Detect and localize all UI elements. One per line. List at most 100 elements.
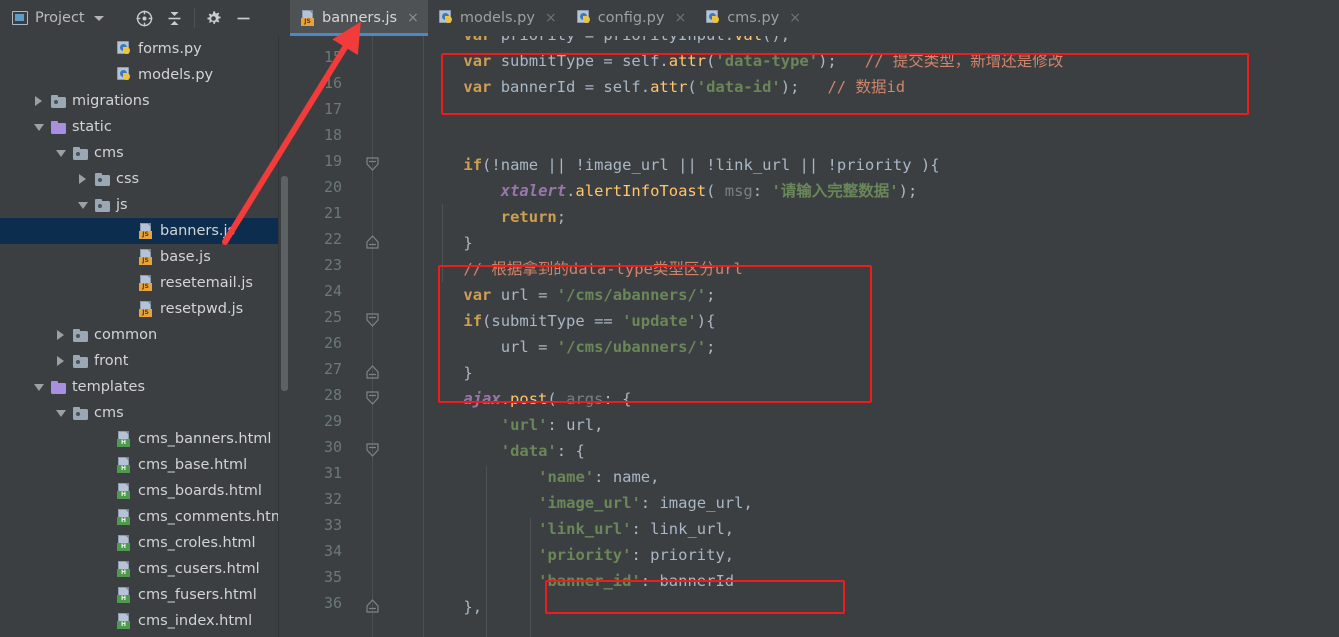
project-view-button[interactable]: Project: [0, 1, 112, 35]
project-tree-panel[interactable]: forms.py models.py migrations static cms css j…: [0, 36, 290, 637]
line-number: 35: [323, 568, 342, 586]
html-file-icon: H: [117, 613, 132, 629]
line-number: 15: [323, 48, 342, 66]
toolbar-divider: [193, 8, 195, 28]
tree-row[interactable]: JS resetemail.js: [0, 270, 290, 296]
fold-marker-up[interactable]: [365, 235, 380, 250]
code-line: 'link_url': link_url,: [538, 520, 735, 538]
fold-marker-down[interactable]: [365, 157, 380, 172]
expander-slot[interactable]: [32, 383, 45, 391]
tree-row[interactable]: js: [0, 192, 290, 218]
code-text-area[interactable]: var priority = priorityInput.val(); var …: [426, 36, 1339, 637]
tree-row-label: cms_banners.html: [138, 431, 272, 447]
indent-guide: [530, 518, 531, 637]
tree-row-selected[interactable]: JS banners.js: [0, 218, 290, 244]
chevron-right-icon[interactable]: [57, 356, 64, 366]
fold-marker-down[interactable]: [365, 443, 380, 458]
expander-slot[interactable]: [54, 149, 67, 157]
code-editor[interactable]: 14 15 16 17 18 19 20 21 22 23 24 25 26 27 28 29 30 31 32 33…: [290, 36, 1339, 637]
line-number: 30: [323, 438, 342, 456]
editor-tab-banners-js[interactable]: JS banners.js ×: [290, 0, 428, 36]
tree-row[interactable]: common: [0, 322, 290, 348]
tree-row[interactable]: Hcms_banners.html: [0, 426, 290, 452]
line-number: 22: [323, 230, 342, 248]
chevron-right-icon[interactable]: [57, 330, 64, 340]
tree-row-label: cms_cusers.html: [138, 561, 260, 577]
tree-row[interactable]: forms.py: [0, 36, 290, 62]
sidebar-scrollbar-track[interactable]: [279, 36, 290, 637]
tree-row-label: common: [94, 327, 158, 343]
minimize-icon[interactable]: [229, 3, 259, 33]
line-number: 24: [323, 282, 342, 300]
tab-label: cms.py: [727, 10, 780, 26]
tree-row[interactable]: Hcms_comments.html: [0, 504, 290, 530]
code-line: xtalert.alertInfoToast( msg: '请输入完整数据');: [500, 182, 918, 200]
collapse-all-icon[interactable]: [160, 3, 190, 33]
locate-crosshair-icon[interactable]: [130, 3, 160, 33]
tree-row[interactable]: Hcms_base.html: [0, 452, 290, 478]
tab-close-icon[interactable]: ×: [674, 11, 686, 25]
expander-slot[interactable]: [54, 330, 67, 340]
tree-row[interactable]: models.py: [0, 62, 290, 88]
tab-close-icon[interactable]: ×: [407, 11, 419, 25]
tree-row-label: static: [72, 119, 112, 135]
fold-marker-up[interactable]: [365, 599, 380, 614]
sidebar-scrollbar-thumb[interactable]: [281, 176, 288, 391]
js-file-icon: JS: [139, 223, 154, 239]
line-number: 21: [323, 204, 342, 222]
editor-gutter[interactable]: 14 15 16 17 18 19 20 21 22 23 24 25 26 27 28 29 30 31 32 33…: [290, 36, 426, 637]
js-file-icon: JS: [301, 10, 316, 26]
code-line: }: [463, 234, 473, 252]
tree-row[interactable]: css: [0, 166, 290, 192]
chevron-right-icon[interactable]: [79, 174, 86, 184]
settings-gear-icon[interactable]: [199, 3, 229, 33]
code-line: },: [463, 598, 483, 616]
expander-slot[interactable]: [32, 96, 45, 106]
tree-row[interactable]: Hcms_fusers.html: [0, 582, 290, 608]
fold-marker-up[interactable]: [365, 365, 380, 380]
tab-close-icon[interactable]: ×: [789, 11, 801, 25]
tree-row-label: banners.js: [160, 223, 236, 239]
tree-row[interactable]: Hcms_index.html: [0, 608, 290, 634]
chevron-down-icon[interactable]: [55, 149, 66, 157]
tree-row[interactable]: templates: [0, 374, 290, 400]
tree-row[interactable]: JS resetpwd.js: [0, 296, 290, 322]
tree-row[interactable]: Hcms_croles.html: [0, 530, 290, 556]
fold-marker-down[interactable]: [365, 313, 380, 328]
tree-row[interactable]: Hcms_boards.html: [0, 478, 290, 504]
line-number: 29: [323, 412, 342, 430]
line-number: 18: [323, 126, 342, 144]
fold-marker-down[interactable]: [365, 391, 380, 406]
tree-row[interactable]: cms: [0, 400, 290, 426]
editor-tab-config-py[interactable]: config.py ×: [566, 0, 696, 36]
line-number: 25: [323, 308, 342, 326]
tree-row-label: js: [116, 197, 128, 213]
tree-row-label: front: [94, 353, 129, 369]
expander-slot[interactable]: [32, 123, 45, 131]
code-line: // 根据拿到的data-type类型区分url: [463, 260, 743, 278]
tree-row[interactable]: cms: [0, 140, 290, 166]
code-line: url = '/cms/ubanners/';: [500, 338, 716, 356]
tab-close-icon[interactable]: ×: [545, 11, 557, 25]
tree-row[interactable]: front: [0, 348, 290, 374]
tree-row[interactable]: migrations: [0, 88, 290, 114]
expander-slot[interactable]: [54, 356, 67, 366]
chevron-down-icon[interactable]: [77, 201, 88, 209]
js-file-icon: JS: [139, 275, 154, 291]
chevron-down-icon[interactable]: [33, 383, 44, 391]
editor-tab-models-py[interactable]: models.py ×: [428, 0, 566, 36]
expander-slot[interactable]: [76, 174, 89, 184]
expander-slot[interactable]: [76, 201, 89, 209]
chevron-down-icon[interactable]: [55, 409, 66, 417]
line-number: 14: [302, 36, 342, 40]
chevron-right-icon[interactable]: [35, 96, 42, 106]
line-number: 20: [323, 178, 342, 196]
python-file-icon: [576, 10, 592, 26]
editor-tab-cms-py[interactable]: cms.py ×: [695, 0, 810, 36]
gutter-edge: [423, 36, 424, 637]
expander-slot[interactable]: [54, 409, 67, 417]
tree-row[interactable]: JS base.js: [0, 244, 290, 270]
tree-row[interactable]: Hcms_cusers.html: [0, 556, 290, 582]
tree-row[interactable]: static: [0, 114, 290, 140]
chevron-down-icon[interactable]: [33, 123, 44, 131]
